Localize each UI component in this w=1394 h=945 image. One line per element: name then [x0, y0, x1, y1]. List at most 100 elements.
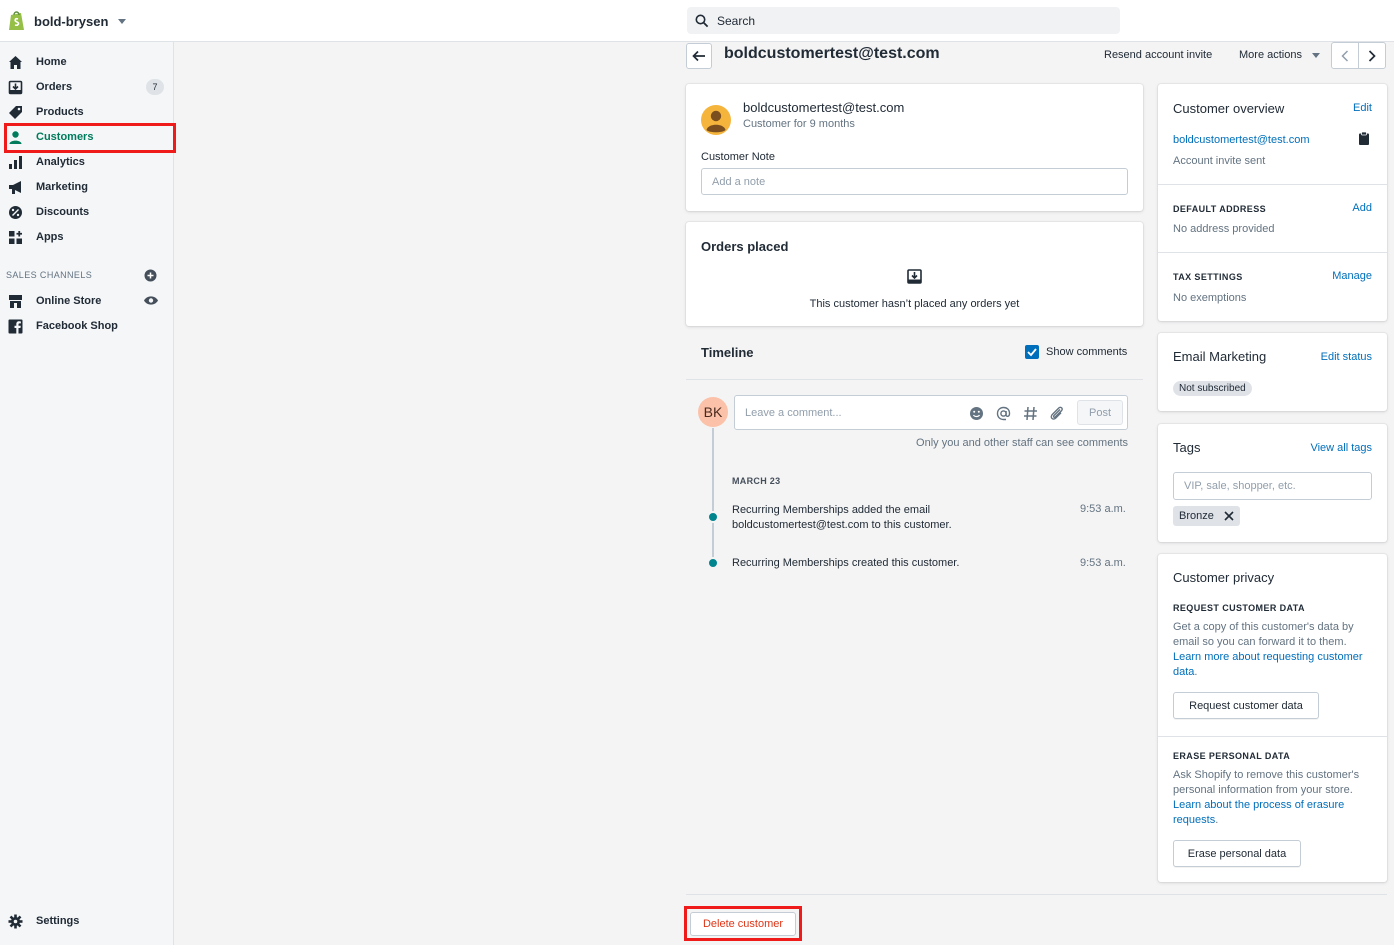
- search-icon: [695, 14, 709, 27]
- comment-placeholder: Leave a comment...: [745, 407, 842, 419]
- comment-privacy-note: Only you and other staff can see comment…: [916, 437, 1128, 449]
- sidebar-item-label: Marketing: [36, 181, 88, 193]
- comment-box[interactable]: Leave a comment... Post: [734, 395, 1128, 430]
- timeline-event-dot: [707, 557, 719, 569]
- sidebar-item-analytics[interactable]: Analytics: [8, 151, 166, 173]
- sidebar-item-facebook-shop[interactable]: Facebook Shop: [8, 315, 166, 337]
- chevron-down-icon: [1311, 52, 1320, 58]
- search-bar[interactable]: Search: [687, 7, 1120, 34]
- request-data-heading: REQUEST CUSTOMER DATA: [1173, 603, 1305, 613]
- orders-icon: [8, 80, 23, 95]
- overview-email-link[interactable]: boldcustomertest@test.com: [1173, 134, 1310, 146]
- home-icon: [8, 55, 23, 70]
- erase-personal-data-button[interactable]: Erase personal data: [1173, 840, 1301, 867]
- overview-divider: [1158, 252, 1387, 253]
- store-icon: [8, 294, 23, 309]
- timeline-event-text: Recurring Memberships created this custo…: [732, 557, 960, 569]
- shopify-logo-icon: [9, 11, 24, 30]
- tag-icon: [8, 105, 23, 120]
- sidebar-item-marketing[interactable]: Marketing: [8, 176, 166, 198]
- staff-avatar: BK: [698, 397, 728, 427]
- chevron-down-icon: [118, 18, 127, 24]
- customer-note-input[interactable]: Add a note: [701, 168, 1128, 195]
- eye-icon[interactable]: [143, 295, 159, 306]
- request-data-learn-more-link[interactable]: Learn more about requesting customer dat…: [1173, 651, 1363, 678]
- overview-title: Customer overview: [1173, 101, 1285, 116]
- mention-icon[interactable]: [996, 406, 1011, 421]
- sidebar-item-orders[interactable]: Orders 7: [8, 76, 166, 98]
- resend-invite-button[interactable]: Resend account invite: [1104, 49, 1212, 61]
- timeline-event-time: 9:53 a.m.: [1080, 503, 1126, 515]
- page-title: boldcustomertest@test.com: [724, 45, 940, 62]
- sidebar-item-label: Analytics: [36, 156, 85, 168]
- email-marketing-title: Email Marketing: [1173, 349, 1267, 364]
- tax-settings-heading: TAX SETTINGS: [1173, 272, 1243, 282]
- timeline-event-text: Recurring Memberships added the email bo…: [732, 504, 952, 531]
- timeline-date-heading: MARCH 23: [732, 476, 781, 486]
- orders-empty-text: This customer hasn’t placed any orders y…: [809, 298, 1020, 310]
- add-address-link[interactable]: Add: [1352, 202, 1372, 214]
- overview-divider: [1158, 184, 1387, 185]
- footer-divider: [686, 894, 1387, 895]
- chevron-left-icon: [1341, 49, 1349, 62]
- timeline-event-dot: [707, 511, 719, 523]
- store-switcher[interactable]: bold-brysen: [8, 8, 127, 34]
- checkbox-checked-icon[interactable]: [1025, 345, 1039, 359]
- customer-privacy-card: Customer privacy REQUEST CUSTOMER DATA G…: [1158, 554, 1387, 882]
- erase-data-description: Ask Shopify to remove this customer's pe…: [1173, 769, 1360, 826]
- tag-chip: Bronze: [1173, 506, 1240, 526]
- overview-edit-link[interactable]: Edit: [1353, 102, 1372, 114]
- delete-highlight-box: [684, 906, 802, 941]
- back-button[interactable]: [686, 43, 712, 69]
- emoji-icon[interactable]: [969, 406, 984, 421]
- gear-icon: [8, 914, 23, 929]
- erase-data-learn-more-link[interactable]: Learn about the process of erasure reque…: [1173, 799, 1344, 826]
- more-actions-button[interactable]: More actions: [1239, 49, 1320, 61]
- timeline-divider: [686, 379, 1143, 380]
- sidebar-item-home[interactable]: Home: [8, 51, 166, 73]
- view-all-tags-link[interactable]: View all tags: [1310, 442, 1372, 454]
- bar-chart-icon: [8, 155, 23, 170]
- timeline-event-time: 9:53 a.m.: [1080, 557, 1126, 569]
- sidebar-item-label: Home: [36, 56, 67, 68]
- default-address-heading: DEFAULT ADDRESS: [1173, 204, 1267, 214]
- sidebar-item-label: Orders: [36, 81, 73, 93]
- tags-placeholder: VIP, sale, shopper, etc.: [1184, 480, 1296, 492]
- clipboard-icon[interactable]: [1359, 132, 1369, 145]
- sidebar-item-discounts[interactable]: Discounts: [8, 201, 166, 223]
- sidebar-item-label: Discounts: [36, 206, 90, 218]
- inbox-download-icon: [907, 269, 922, 284]
- paperclip-icon[interactable]: [1049, 406, 1065, 421]
- customer-summary-card: boldcustomertest@test.com Customer for 9…: [686, 84, 1143, 211]
- sidebar-item-apps[interactable]: Apps: [8, 226, 166, 248]
- top-bar: bold-brysen Search: [0, 0, 1394, 42]
- sidebar-item-settings[interactable]: Settings: [8, 910, 166, 932]
- customer-email: boldcustomertest@test.com: [743, 100, 905, 115]
- remove-tag-icon[interactable]: [1224, 511, 1234, 521]
- add-channel-icon[interactable]: [144, 269, 157, 282]
- edit-status-link[interactable]: Edit status: [1321, 351, 1372, 363]
- search-placeholder: Search: [717, 13, 756, 28]
- orders-placed-title: Orders placed: [701, 239, 789, 254]
- tax-value: No exemptions: [1173, 292, 1247, 304]
- sidebar-item-products[interactable]: Products: [8, 101, 166, 123]
- privacy-title: Customer privacy: [1173, 570, 1275, 585]
- discount-icon: [8, 205, 23, 220]
- previous-customer-button[interactable]: [1331, 42, 1359, 69]
- show-comments-toggle[interactable]: Show comments: [1025, 345, 1127, 359]
- more-actions-label: More actions: [1239, 49, 1302, 61]
- tags-input[interactable]: VIP, sale, shopper, etc.: [1173, 472, 1372, 500]
- hashtag-icon[interactable]: [1023, 406, 1038, 421]
- arrow-left-icon: [692, 50, 705, 62]
- note-placeholder: Add a note: [712, 175, 766, 188]
- subscription-status-badge: Not subscribed: [1173, 381, 1252, 396]
- orders-placed-card: Orders placed This customer hasn’t place…: [686, 222, 1143, 326]
- request-customer-data-button[interactable]: Request customer data: [1173, 692, 1319, 719]
- post-comment-button[interactable]: Post: [1077, 400, 1123, 425]
- next-customer-button[interactable]: [1358, 42, 1386, 69]
- address-value: No address provided: [1173, 223, 1275, 235]
- overview-invite-status: Account invite sent: [1173, 155, 1266, 167]
- sidebar: Home Orders 7 Products Customers Analyti…: [0, 42, 174, 945]
- manage-tax-link[interactable]: Manage: [1332, 270, 1372, 282]
- chevron-right-icon: [1368, 49, 1376, 62]
